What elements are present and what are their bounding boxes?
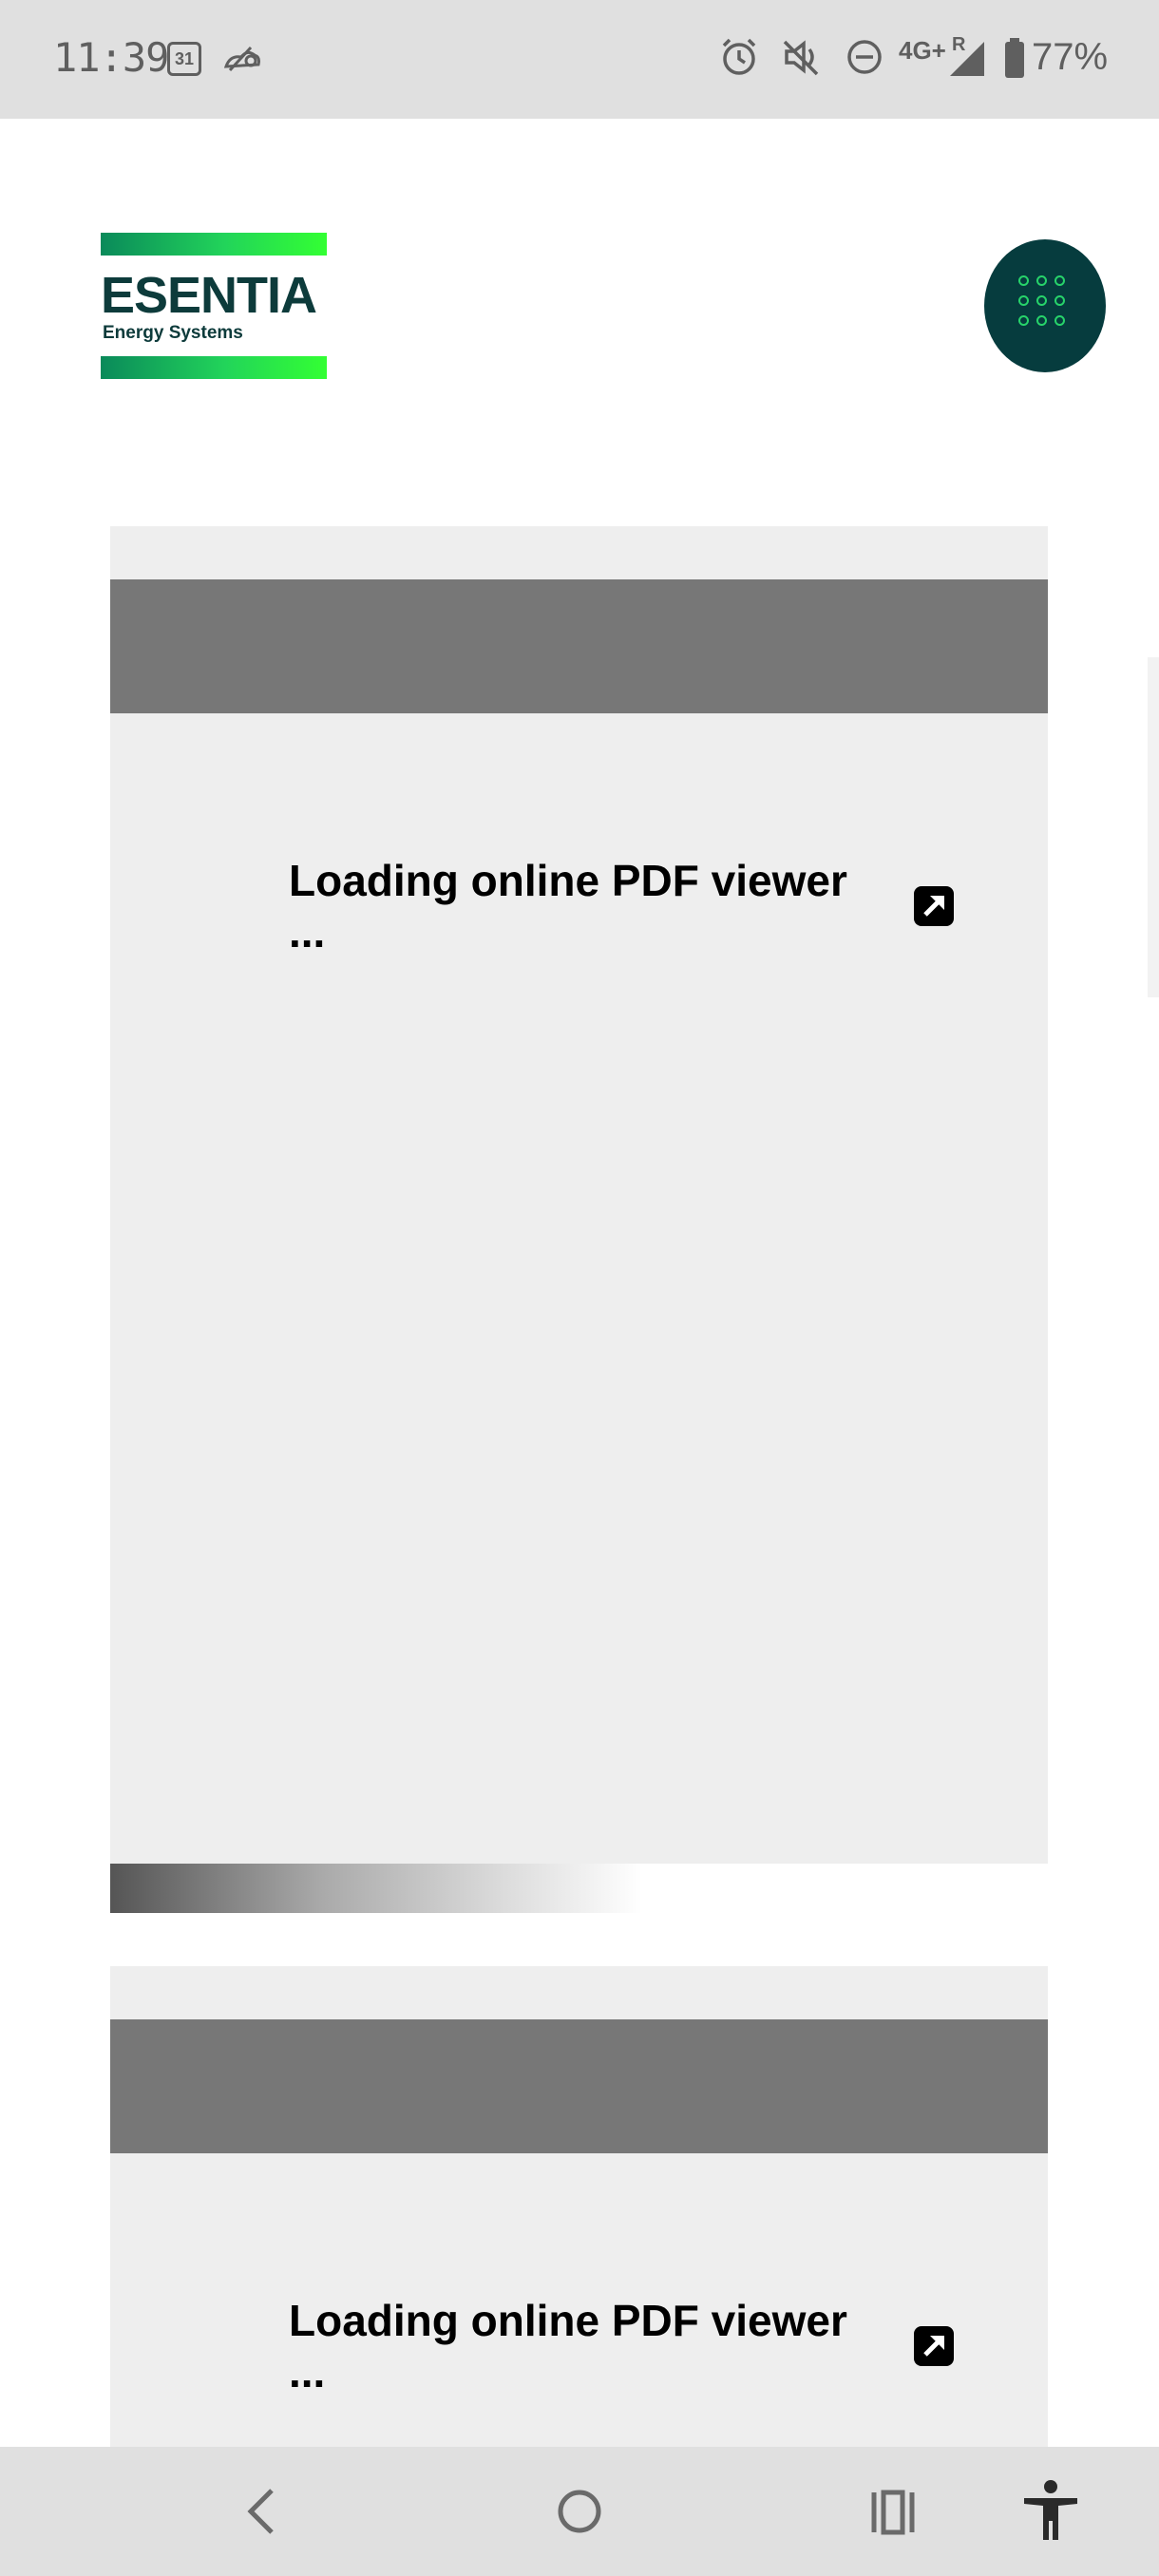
pdf-viewer-toolbar <box>110 2019 1048 2153</box>
status-bar: 11:39 31 4G+ R 77% <box>0 0 1159 119</box>
accessibility-icon[interactable] <box>1020 2479 1081 2542</box>
grid-dots-icon <box>1018 275 1072 332</box>
back-icon[interactable] <box>238 2483 285 2540</box>
logo-subtitle: Energy Systems <box>103 323 243 343</box>
pdf-viewer: Loading online PDF viewer ... <box>110 1966 1048 2460</box>
pdf-viewer-toolbar <box>110 579 1048 713</box>
pdf-loading-text: Loading online PDF viewer ... <box>289 2296 847 2396</box>
do-not-disturb-icon <box>847 40 882 74</box>
signal-icon <box>950 42 984 76</box>
horizontal-scroll-indicator[interactable] <box>110 1864 642 1913</box>
pdf-viewer: Loading online PDF viewer ... <box>110 526 1048 1864</box>
alarm-icon <box>722 38 756 75</box>
logo-bar-top <box>101 233 327 256</box>
battery-icon <box>1005 38 1024 78</box>
vertical-scrollbar[interactable] <box>1148 657 1159 997</box>
home-icon[interactable] <box>553 2485 606 2538</box>
pdf-loading-text: Loading online PDF viewer ... <box>289 856 847 957</box>
mute-icon <box>783 40 819 76</box>
pdf-loading-row[interactable]: Loading online PDF viewer ... <box>289 2296 954 2396</box>
esentia-logo[interactable]: ESENTIA Energy Systems <box>101 233 327 380</box>
system-nav-bar <box>0 2447 1159 2576</box>
network-type: 4G+ <box>899 36 946 65</box>
battery-percent: 77% <box>1032 36 1109 78</box>
weather-icon <box>223 46 260 72</box>
logo-bar-bottom <box>101 356 327 379</box>
external-link-icon[interactable] <box>914 2326 954 2366</box>
external-link-icon[interactable] <box>914 886 954 926</box>
menu-button[interactable] <box>984 239 1106 372</box>
status-time: 11:39 <box>53 34 169 81</box>
logo-wordmark: ESENTIA <box>101 267 317 324</box>
recents-icon[interactable] <box>868 2489 918 2536</box>
calendar-icon: 31 <box>167 42 201 76</box>
pdf-loading-row[interactable]: Loading online PDF viewer ... <box>289 856 954 957</box>
